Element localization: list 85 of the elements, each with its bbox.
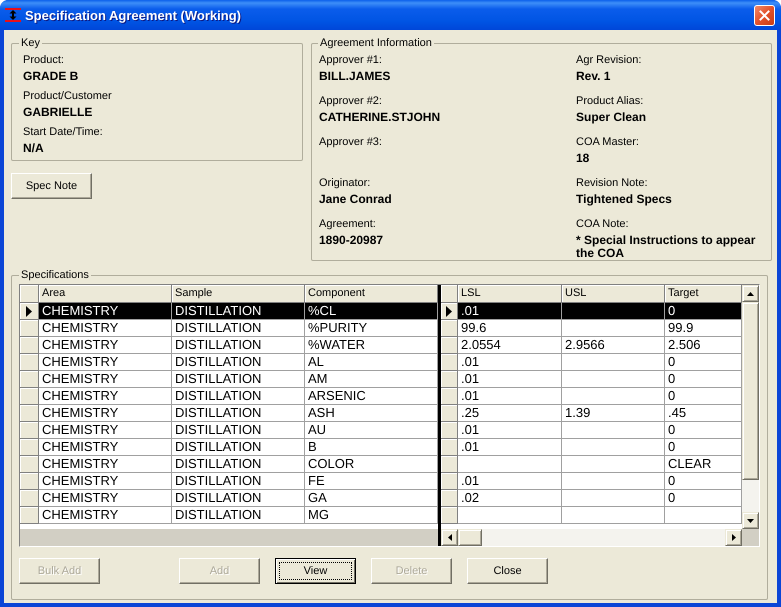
column-header[interactable]: Target [665, 285, 742, 303]
field-value: Rev. 1 [576, 70, 610, 83]
row-header[interactable] [20, 303, 39, 320]
double-arrow-icon [5, 7, 21, 23]
table-row[interactable]: CHEMISTRY DISTILLATION B [20, 439, 438, 456]
close-button[interactable] [754, 4, 775, 26]
action-button[interactable]: Close [467, 558, 548, 584]
column-header[interactable]: Area [39, 285, 172, 303]
table-row[interactable]: .01 0 [441, 303, 742, 320]
table-row[interactable]: CHEMISTRY DISTILLATION ASH [20, 405, 438, 422]
table-row[interactable]: .02 0 [441, 490, 742, 507]
field-label: Product Alias: [576, 94, 644, 109]
table-row[interactable]: .01 0 [441, 388, 742, 405]
table-row[interactable]: CHEMISTRY DISTILLATION %WATER [20, 337, 438, 354]
table-row[interactable]: 99.6 99.9 [441, 320, 742, 337]
scroll-up-button[interactable] [742, 285, 759, 302]
field-value: N/A [23, 142, 44, 155]
column-header[interactable]: Sample [172, 285, 305, 303]
field-label: Approver #1: [319, 53, 382, 68]
field-label: Originator: [319, 176, 370, 191]
field-value: GRADE B [23, 70, 78, 83]
horizontal-scrollbar[interactable] [441, 529, 742, 546]
spec-note-button[interactable]: Spec Note [11, 173, 92, 199]
up-arrow-icon [747, 292, 754, 296]
table-row[interactable]: CHEMISTRY DISTILLATION FE [20, 473, 438, 490]
scroll-thumb[interactable] [742, 302, 759, 480]
field-label: Revision Note: [576, 176, 648, 191]
table-row[interactable]: CHEMISTRY DISTILLATION ARSENIC [20, 388, 438, 405]
down-arrow-icon [747, 518, 754, 522]
field-label: COA Master: [576, 135, 639, 150]
field-label: Approver #2: [319, 94, 382, 109]
field-label: Start Date/Time: [23, 125, 103, 140]
left-arrow-icon [448, 534, 452, 541]
column-header[interactable]: USL [562, 285, 665, 303]
table-row[interactable]: .01 0 [441, 439, 742, 456]
field-value: BILL.JAMES [319, 70, 390, 83]
table-row[interactable]: CHEMISTRY DISTILLATION AM [20, 371, 438, 388]
table-row[interactable]: .25 1.39 .45 [441, 405, 742, 422]
table-row[interactable]: CHEMISTRY DISTILLATION %PURITY [20, 320, 438, 337]
column-header[interactable]: Component [305, 285, 438, 303]
field-value: 1890-20987 [319, 234, 384, 247]
table-row[interactable]: .01 0 [441, 371, 742, 388]
table-cell: DISTILLATION [172, 507, 305, 524]
group-title: Specifications [20, 269, 90, 282]
table-row[interactable]: .01 0 [441, 473, 742, 490]
field-value: Super Clean [576, 111, 646, 124]
table-row[interactable]: CHEMISTRY DISTILLATION COLOR [20, 456, 438, 473]
field-value: GABRIELLE [23, 106, 92, 119]
table-row[interactable]: .01 0 [441, 422, 742, 439]
window-title: Specification Agreement (Working) [25, 8, 242, 22]
field-label: Agreement: [319, 217, 376, 232]
table-row[interactable]: CHEMISTRY DISTILLATION MG [20, 507, 438, 524]
table-row[interactable]: CLEAR [441, 456, 742, 473]
table-row[interactable]: 2.0554 2.9566 2.506 [441, 337, 742, 354]
group-title: Key [20, 37, 41, 50]
field-label: COA Note: [576, 217, 629, 232]
action-button[interactable]: View [275, 558, 356, 584]
scroll-down-button[interactable] [742, 512, 759, 529]
row-header[interactable] [441, 303, 458, 320]
right-arrow-icon [732, 534, 736, 541]
close-icon [759, 10, 770, 20]
scroll-left-button[interactable] [441, 529, 458, 546]
field-label: Approver #3: [319, 135, 382, 150]
group-title: Agreement Information [319, 37, 433, 50]
table-row[interactable]: .01 0 [441, 354, 742, 371]
triangle-icon [26, 306, 32, 316]
scroll-right-button[interactable] [725, 529, 742, 546]
table-row[interactable]: CHEMISTRY DISTILLATION AU [20, 422, 438, 439]
scrollbar-corner [742, 529, 759, 546]
field-label: Agr Revision: [576, 53, 642, 68]
field-label: Product/Customer [23, 89, 112, 104]
field-value: Jane Conrad [319, 193, 392, 206]
field-value: * Special Instructions to appear the COA [576, 234, 756, 260]
field-value: Tightened Specs [576, 193, 672, 206]
field-label: Product: [23, 53, 64, 68]
table-cell: CHEMISTRY [39, 507, 172, 524]
vertical-scrollbar[interactable] [742, 285, 759, 529]
table-row[interactable]: CHEMISTRY DISTILLATION AL [20, 354, 438, 371]
table-row[interactable]: CHEMISTRY DISTILLATION %CL [20, 303, 438, 320]
table-row[interactable]: CHEMISTRY DISTILLATION GA [20, 490, 438, 507]
field-value: 18 [576, 152, 590, 165]
field-value: CATHERINE.STJOHN [319, 111, 440, 124]
column-header[interactable]: LSL [458, 285, 562, 303]
triangle-icon [446, 306, 452, 316]
scroll-thumb[interactable] [458, 529, 482, 546]
